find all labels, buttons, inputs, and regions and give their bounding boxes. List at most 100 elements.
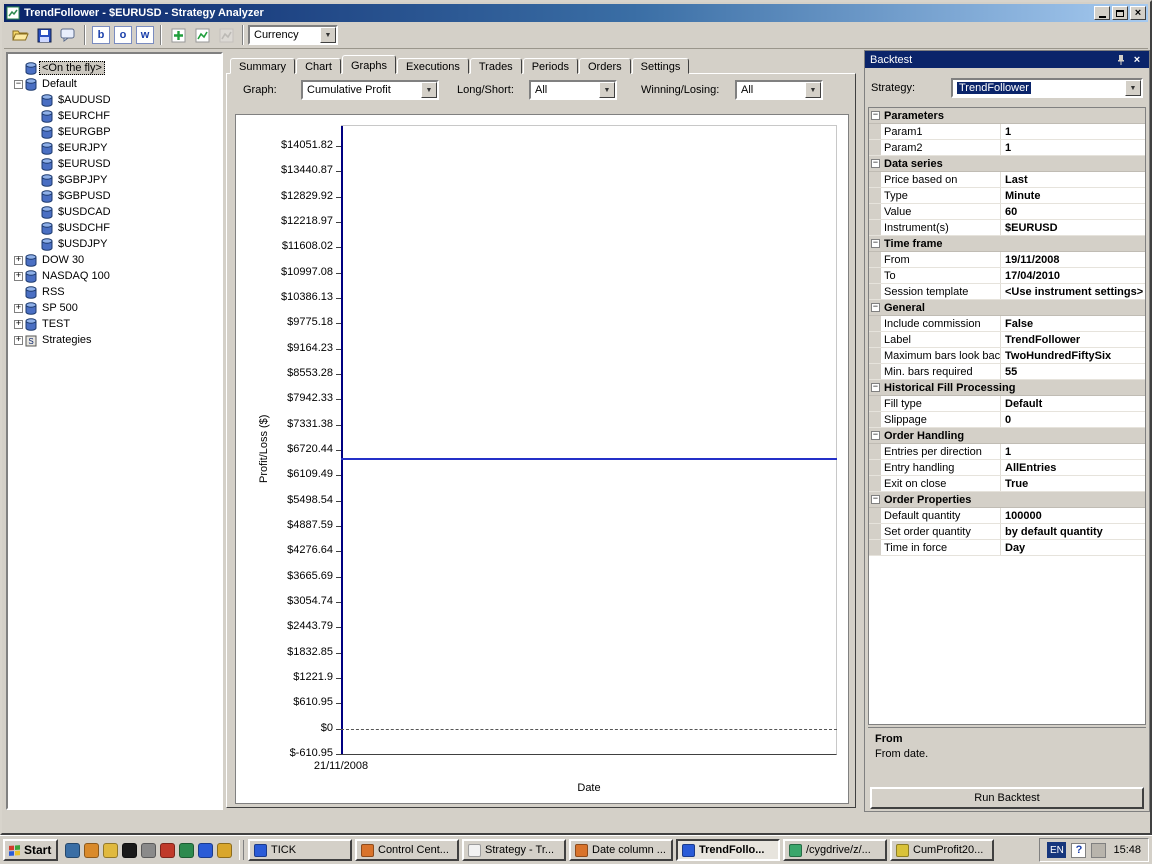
instrument-type-combo[interactable]: Currency ▼ <box>248 25 338 45</box>
tree-item-eurgbp[interactable]: $EURGBP <box>8 124 221 140</box>
chevron-down-icon[interactable]: ▼ <box>421 82 437 98</box>
property-value[interactable]: $EURUSD <box>1001 220 1145 235</box>
tree-item-nasdaq-100[interactable]: + NASDAQ 100 <box>8 268 221 284</box>
property-value[interactable]: 19/11/2008 <box>1001 252 1145 267</box>
language-indicator[interactable]: EN <box>1047 842 1067 858</box>
new-window-button[interactable] <box>166 24 190 46</box>
run-backtest-button[interactable]: Run Backtest <box>870 787 1144 809</box>
property-value[interactable]: 100000 <box>1001 508 1145 523</box>
property-row-maximum-bars-look-back[interactable]: Maximum bars look back TwoHundredFiftySix <box>869 348 1145 364</box>
tree-item-sp-500[interactable]: + SP 500 <box>8 300 221 316</box>
graph-type-combo[interactable]: Cumulative Profit ▼ <box>301 80 439 100</box>
plus-expander-icon[interactable]: + <box>12 335 25 345</box>
tab-settings[interactable]: Settings <box>631 58 690 74</box>
property-value[interactable]: 60 <box>1001 204 1145 219</box>
property-group-order-handling[interactable]: − Order Handling <box>869 428 1145 444</box>
property-row-type[interactable]: Type Minute <box>869 188 1145 204</box>
collapse-group-icon[interactable]: − <box>871 495 880 504</box>
plus-expander-icon[interactable]: + <box>12 319 25 329</box>
tab-executions[interactable]: Executions <box>397 58 469 74</box>
property-row-default-quantity[interactable]: Default quantity 100000 <box>869 508 1145 524</box>
tree-item-eurchf[interactable]: $EURCHF <box>8 108 221 124</box>
property-value[interactable]: TrendFollower <box>1001 332 1145 347</box>
plus-expander-icon[interactable]: + <box>12 271 25 281</box>
close-panel-icon[interactable]: × <box>1130 53 1144 66</box>
property-value[interactable]: 1 <box>1001 124 1145 139</box>
strategy-combo[interactable]: TrendFollower ▼ <box>951 78 1143 98</box>
tree-item-strategies[interactable]: + S Strategies <box>8 332 221 348</box>
taskbar-button-cumprofit20[interactable]: CumProfit20... <box>890 839 994 861</box>
help-icon[interactable]: ? <box>1071 842 1087 858</box>
tree-item-usdchf[interactable]: $USDCHF <box>8 220 221 236</box>
close-button[interactable]: × <box>1130 6 1146 20</box>
taskbar-button-cygdrive-z[interactable]: /cygdrive/z/... <box>783 839 887 861</box>
show-desktop-icon[interactable] <box>65 842 80 858</box>
property-row-time-in-force[interactable]: Time in force Day <box>869 540 1145 556</box>
property-value[interactable]: Default <box>1001 396 1145 411</box>
chevron-down-icon[interactable]: ▼ <box>1125 80 1141 96</box>
plus-expander-icon[interactable]: + <box>12 303 25 313</box>
browser-globe-icon[interactable] <box>84 842 99 858</box>
letter-b-button[interactable]: b <box>92 26 110 44</box>
property-value[interactable]: TwoHundredFiftySix <box>1001 348 1145 363</box>
property-group-time-frame[interactable]: − Time frame <box>869 236 1145 252</box>
property-value[interactable]: False <box>1001 316 1145 331</box>
property-value[interactable]: 55 <box>1001 364 1145 379</box>
property-row-include-commission[interactable]: Include commission False <box>869 316 1145 332</box>
property-row-session-template[interactable]: Session template <Use instrument settings… <box>869 284 1145 300</box>
minimize-button[interactable] <box>1094 6 1110 20</box>
property-group-order-properties[interactable]: − Order Properties <box>869 492 1145 508</box>
maximize-button[interactable] <box>1112 6 1128 20</box>
property-value[interactable]: <Use instrument settings> <box>1001 284 1145 299</box>
open-folder-button[interactable] <box>8 24 32 46</box>
save-button[interactable] <box>32 24 56 46</box>
property-value[interactable]: True <box>1001 476 1145 491</box>
taskbar-button-trendfollo[interactable]: TrendFollo... <box>676 839 780 861</box>
collapse-group-icon[interactable]: − <box>871 111 880 120</box>
property-row-value[interactable]: Value 60 <box>869 204 1145 220</box>
property-row-min-bars-required[interactable]: Min. bars required 55 <box>869 364 1145 380</box>
tree-item-rss[interactable]: RSS <box>8 284 221 300</box>
tab-orders[interactable]: Orders <box>578 58 631 74</box>
tab-trades[interactable]: Trades <box>469 58 522 74</box>
chevron-down-icon[interactable]: ▼ <box>599 82 615 98</box>
property-group-general[interactable]: − General <box>869 300 1145 316</box>
feedback-bubble-button[interactable] <box>56 24 80 46</box>
taskbar-button-tick[interactable]: TICK <box>248 839 352 861</box>
media-icon[interactable] <box>160 842 175 858</box>
tree-item-default[interactable]: − Default <box>8 76 221 92</box>
property-group-data-series[interactable]: − Data series <box>869 156 1145 172</box>
app-gray-icon[interactable] <box>141 842 156 858</box>
collapse-group-icon[interactable]: − <box>871 383 880 392</box>
property-row-set-order-quantity[interactable]: Set order quantity by default quantity <box>869 524 1145 540</box>
property-row-param2[interactable]: Param2 1 <box>869 140 1145 156</box>
property-value[interactable]: by default quantity <box>1001 524 1145 539</box>
plus-expander-icon[interactable]: + <box>12 255 25 265</box>
property-value[interactable]: 1 <box>1001 140 1145 155</box>
tree-item-gbpusd[interactable]: $GBPUSD <box>8 188 221 204</box>
property-group-parameters[interactable]: − Parameters <box>869 108 1145 124</box>
taskbar-button-date-column[interactable]: Date column ... <box>569 839 673 861</box>
tab-periods[interactable]: Periods <box>522 58 578 74</box>
collapse-group-icon[interactable]: − <box>871 239 880 248</box>
property-value[interactable]: 0 <box>1001 412 1145 427</box>
tree-item-gbpjpy[interactable]: $GBPJPY <box>8 172 221 188</box>
property-row-price-based-on[interactable]: Price based on Last <box>869 172 1145 188</box>
property-value[interactable]: 1 <box>1001 444 1145 459</box>
property-value[interactable]: Day <box>1001 540 1145 555</box>
app-tray-icon[interactable] <box>1091 842 1107 858</box>
property-row-slippage[interactable]: Slippage 0 <box>869 412 1145 428</box>
property-row-label[interactable]: Label TrendFollower <box>869 332 1145 348</box>
taskbar-button-strategy-tr[interactable]: Strategy - Tr... <box>462 839 566 861</box>
property-value[interactable]: 17/04/2010 <box>1001 268 1145 283</box>
taskbar-handle[interactable] <box>239 840 244 860</box>
folder-icon[interactable] <box>103 842 118 858</box>
winning-combo[interactable]: All ▼ <box>735 80 823 100</box>
property-value[interactable]: Last <box>1001 172 1145 187</box>
tab-graphs[interactable]: Graphs <box>341 55 397 74</box>
tab-chart[interactable]: Chart <box>296 58 341 74</box>
collapse-group-icon[interactable]: − <box>871 431 880 440</box>
ie-icon[interactable] <box>198 842 213 858</box>
chart-view-button[interactable] <box>190 24 214 46</box>
tree-item-dow-30[interactable]: + DOW 30 <box>8 252 221 268</box>
